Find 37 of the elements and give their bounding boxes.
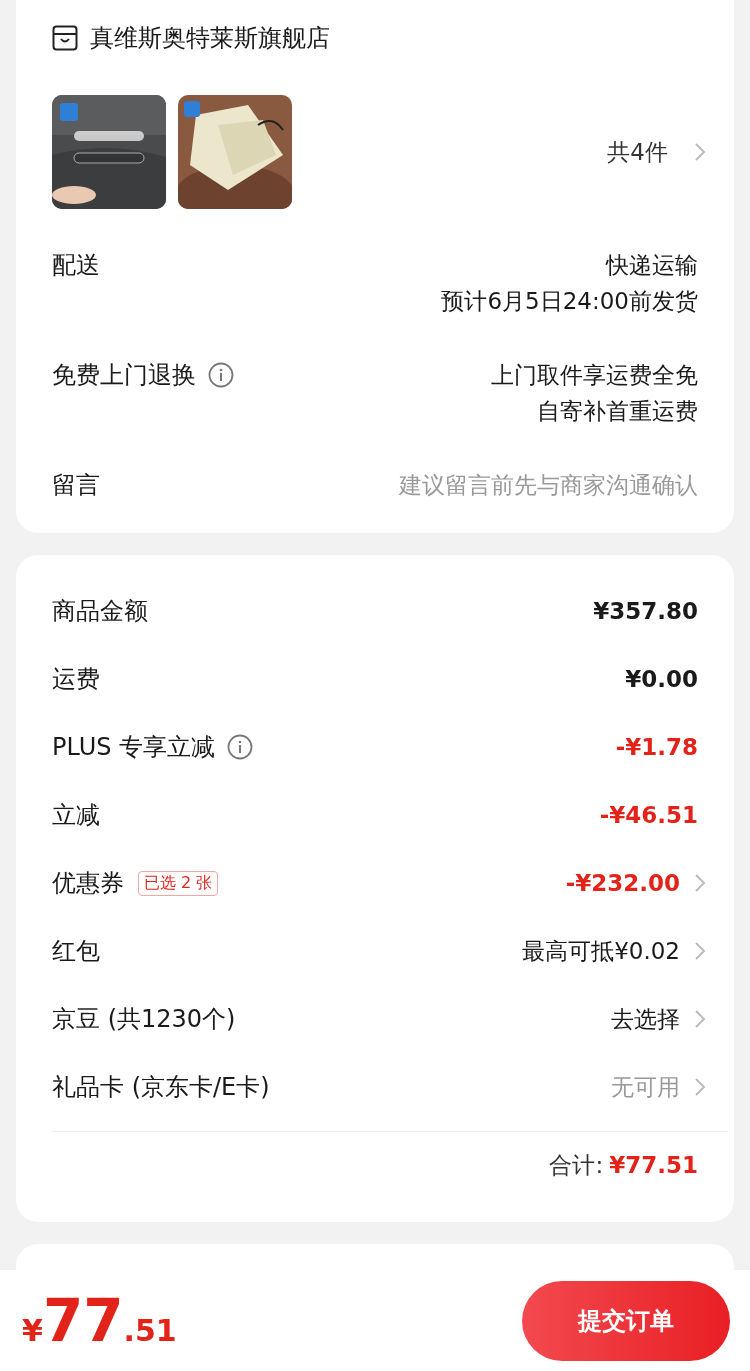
row-value[interactable]: -¥232.00 [565,870,680,896]
total-value: ¥77.51 [609,1152,698,1178]
store-name[interactable]: 真维斯奥特莱斯旗舰店 [90,22,330,54]
chevron-icon [694,1077,706,1097]
row-label: 免费上门退换 [52,360,196,391]
info-icon[interactable] [208,362,234,388]
chevron-icon [694,941,706,961]
row-label: PLUS 专享立减 [52,732,216,763]
store-icon [52,25,78,51]
info-icon[interactable] [227,734,254,760]
pay-amount: ¥77.51 [22,1286,177,1355]
chevron-icon [694,1009,706,1029]
row-label: 留言 [52,470,100,501]
row-label: 配送 [52,250,100,281]
row-label: 商品金额 [52,596,148,627]
row-value: ¥357.80 [593,598,698,624]
row-label: 京豆 (共1230个) [52,1004,236,1035]
row-label: 运费 [52,664,100,695]
row-value[interactable]: 最高可抵¥0.02 [522,935,680,967]
row-value: 预计6月5日24:00前发货 [441,287,698,316]
chevron-icon [694,142,706,162]
row-value: 上门取件享运费全免 [491,361,698,390]
submit-order-button[interactable]: 提交订单 [522,1280,730,1361]
row-value: ¥0.00 [625,666,698,692]
row-label: 优惠券 [52,868,124,899]
row-value: -¥1.78 [615,734,698,760]
total-label: 合计: [549,1150,604,1180]
chevron-icon [694,873,706,893]
row-value: 快递运输 [606,251,698,280]
coupon-tag: 已选 2 张 [138,870,219,896]
row-value: -¥46.51 [599,802,698,828]
row-label: 立减 [52,800,100,831]
row-value[interactable]: 去选择 [611,1003,680,1035]
row-label: 红包 [52,936,100,967]
row-value: 自寄补首重运费 [537,397,698,426]
row-label: 礼品卡 (京东卡/E卡) [52,1072,270,1103]
item-count[interactable]: 共4件 [607,136,668,168]
